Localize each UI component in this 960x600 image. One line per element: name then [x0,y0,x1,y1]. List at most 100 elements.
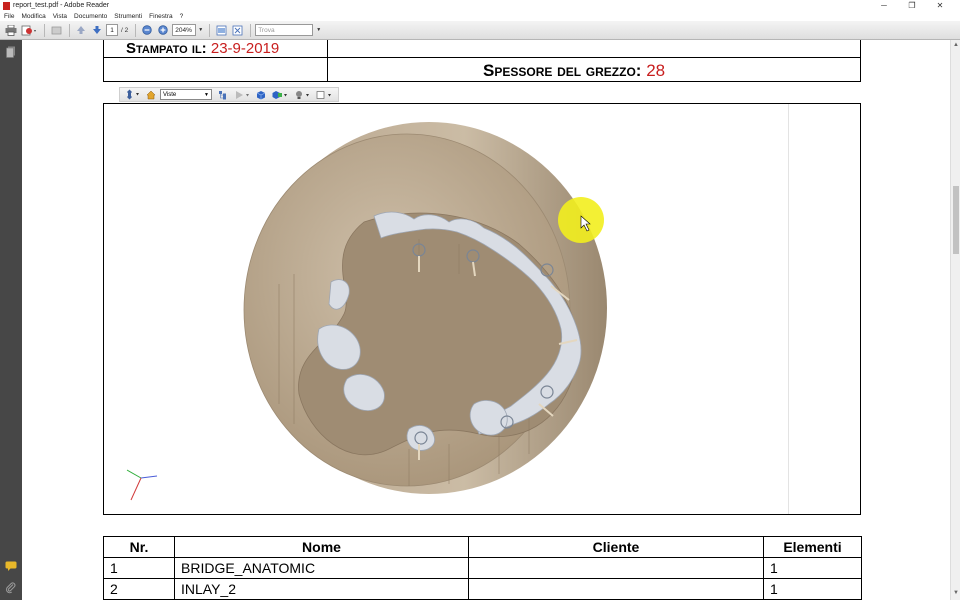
rotate-icon [127,89,139,100]
zoom-level-input[interactable]: 204% [172,24,197,36]
column-header-nr: Nr. [103,536,175,558]
previous-page-button[interactable] [74,23,88,37]
navigation-pane [0,40,22,600]
arrow-down-icon [93,26,101,34]
menu-bar: File Modifica Vista Documento Strumenti … [0,11,960,21]
next-page-button[interactable] [90,23,104,37]
vertical-scrollbar[interactable]: ▲ ▼ [950,40,960,600]
cube-icon [256,90,266,99]
zoom-out-icon [142,25,152,35]
paperclip-icon [5,582,15,594]
model-tree-button[interactable] [216,89,230,101]
zoom-out-button[interactable] [140,23,154,37]
share-icon [21,25,36,35]
print-date-label: Stampato il: [126,40,207,57]
menu-help[interactable]: ? [180,13,184,20]
model-tree-icon [219,90,226,99]
background-color-icon [316,90,331,99]
arrow-up-icon [77,26,85,34]
page-number-input[interactable]: 1 [106,24,118,36]
table-row: 1 BRIDGE_ANATOMIC 1 [103,557,862,579]
scrollbar-thumb[interactable] [953,186,959,254]
attachments-panel-button[interactable] [4,582,17,594]
render-mode-button[interactable] [270,89,290,101]
menu-documento[interactable]: Documento [74,13,107,20]
fit-width-button[interactable] [214,23,228,37]
home-view-button[interactable] [144,89,158,101]
cell-nome: INLAY_2 [174,578,469,600]
3d-viewport[interactable] [103,103,861,515]
menu-vista[interactable]: Vista [53,13,67,20]
blank-thickness-label: Spessore del grezzo: [483,61,642,80]
toolbar-separator [250,23,252,37]
table-row: 2 INLAY_2 1 [103,578,862,600]
cell-cliente [468,557,764,579]
share-button[interactable] [20,23,38,37]
menu-strumenti[interactable]: Strumenti [114,13,142,20]
menu-file[interactable]: File [4,13,14,20]
toolbar-separator [69,23,70,37]
3d-toolbar: Viste ▼ [119,87,339,102]
blank-thickness: Spessore del grezzo: 28 [483,61,665,81]
fit-page-icon [232,25,243,35]
render-mode-icon [272,90,287,99]
header-divider [327,40,328,81]
header-table: Stampato il: 23-9-2019 Spessore del grez… [103,40,861,82]
close-button[interactable]: ✕ [926,0,954,11]
3d-canvas[interactable] [119,104,789,514]
cell-elementi: 1 [763,557,862,579]
projection-button[interactable] [254,89,268,101]
printer-icon [5,24,17,36]
column-header-nome: Nome [174,536,469,558]
search-input[interactable]: Trova [255,24,314,36]
title-bar: report_test.pdf - Adobe Reader ─ ❐ ✕ [0,0,960,11]
scroll-up-arrow-icon[interactable]: ▲ [953,42,959,48]
print-button[interactable] [4,23,18,37]
main-toolbar: 1 / 2 204% ▼ Trova ▼ [0,21,960,40]
elements-table: Nr. Nome Cliente Elementi 1 BRIDGE_ANATO… [103,536,862,600]
scroll-down-arrow-icon[interactable]: ▼ [953,590,959,596]
attach-icon [51,26,61,34]
cell-cliente [468,578,764,600]
comment-icon [5,561,16,571]
search-dropdown-arrow-icon[interactable]: ▼ [316,27,321,33]
toolbar-separator [209,23,211,37]
print-date: Stampato il: 23-9-2019 [126,40,279,57]
pdf-page: Stampato il: 23-9-2019 Spessore del grez… [22,40,950,600]
page-total: / 2 [121,26,129,34]
background-color-button[interactable] [314,89,334,101]
cell-nr: 1 [103,557,175,579]
zoom-in-button[interactable] [156,23,170,37]
pages-icon [5,46,15,58]
minimize-button[interactable]: ─ [870,0,898,11]
home-icon [146,90,156,99]
play-animation-button[interactable] [232,89,252,101]
column-header-cliente: Cliente [468,536,764,558]
comments-panel-button[interactable] [4,560,17,572]
milling-disc-model [126,122,607,501]
cell-nr: 2 [103,578,175,600]
fit-width-icon [216,25,227,35]
toolbar-separator [44,23,45,37]
zoom-dropdown-arrow-icon[interactable]: ▼ [198,27,203,33]
views-select-value: Viste [163,91,177,98]
chevron-down-icon: ▼ [204,91,209,98]
menu-finestra[interactable]: Finestra [149,13,172,20]
blank-thickness-value: 28 [646,61,666,80]
print-date-value: 23-9-2019 [210,40,280,57]
lighting-button[interactable] [292,89,312,101]
menu-modifica[interactable]: Modifica [21,13,45,20]
document-area[interactable]: Stampato il: 23-9-2019 Spessore del grez… [22,40,950,600]
play-icon [236,90,249,99]
pages-panel-button[interactable] [4,46,17,58]
toolbar-separator [135,23,137,37]
restore-button[interactable]: ❐ [898,0,926,11]
adobe-reader-icon [3,1,10,10]
attach-button[interactable] [49,23,63,37]
window-title: report_test.pdf - Adobe Reader [13,2,110,9]
views-select[interactable]: Viste ▼ [160,89,212,100]
column-header-elementi: Elementi [763,536,862,558]
zoom-in-icon [158,25,168,35]
fit-page-button[interactable] [230,23,244,37]
rotate-tool-button[interactable] [122,89,142,101]
